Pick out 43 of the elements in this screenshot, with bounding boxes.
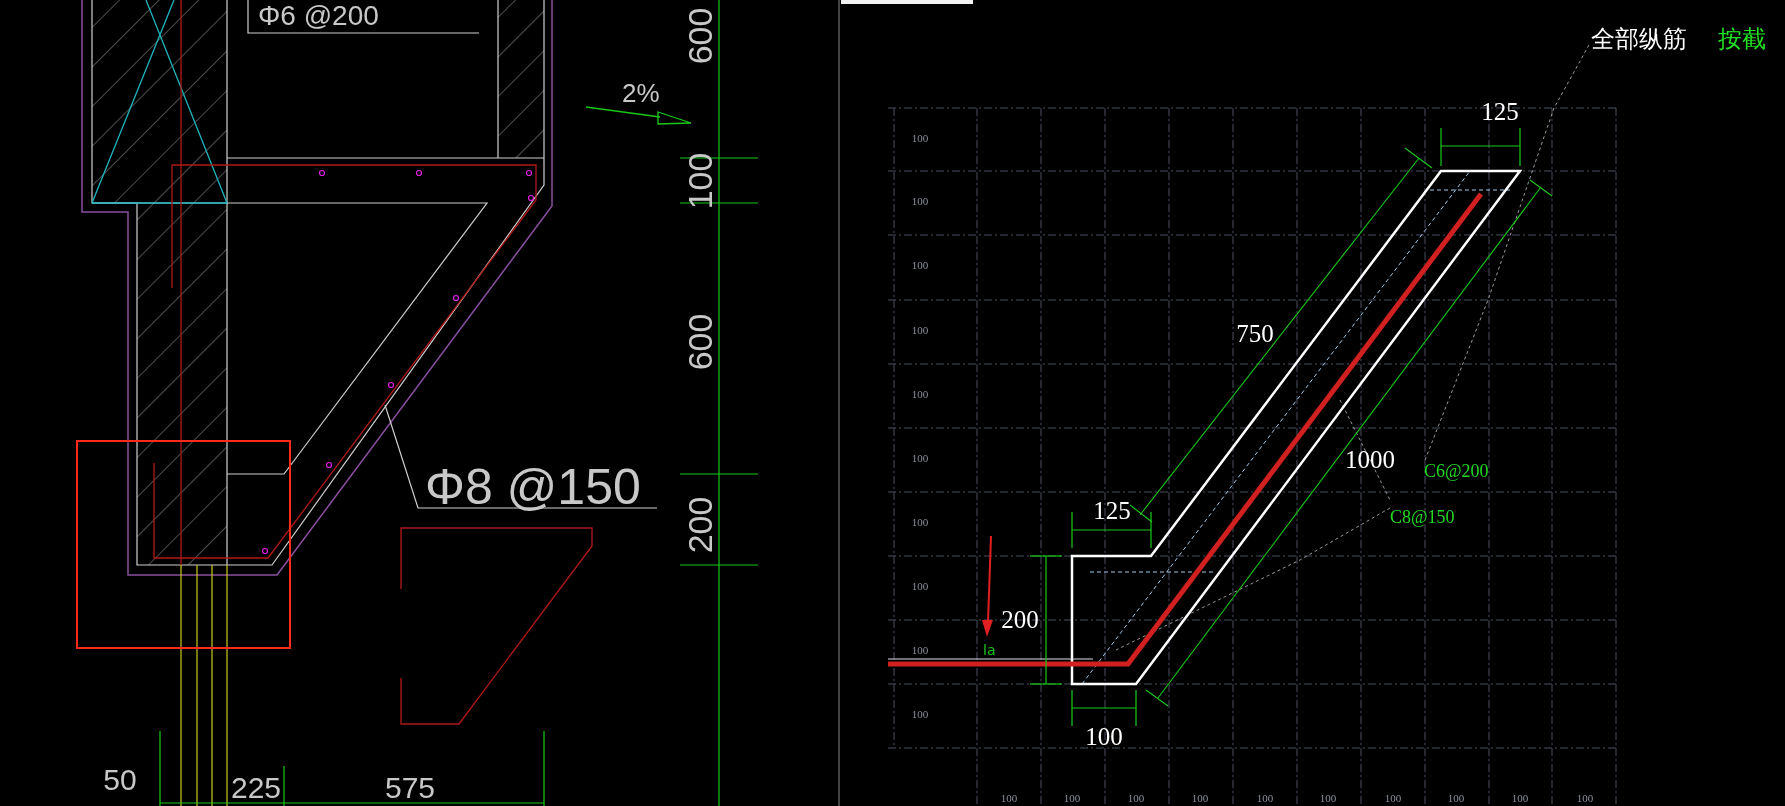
grid-label: 100	[1063, 792, 1081, 804]
grid-label: 100	[1127, 792, 1145, 804]
grid-label: 100	[1511, 792, 1529, 804]
dimension-label: 225	[230, 771, 282, 804]
rebar-callout-label: Φ6 @200	[258, 0, 379, 31]
legend-option: 按截	[1718, 25, 1766, 53]
dimension-label: 750	[1236, 320, 1274, 347]
grid-label: 100	[1256, 792, 1274, 804]
grid-label: 100	[911, 452, 929, 464]
slope-label: 2%	[622, 78, 660, 108]
grid-label: 100	[911, 644, 929, 656]
dimension-label: 200	[1001, 606, 1039, 633]
legend-label: 全部纵筋	[1591, 25, 1687, 53]
dimension-label: 1000	[1345, 446, 1395, 473]
rebar-callout-label: Φ8 @150	[425, 459, 641, 515]
dimension-label: 125	[1093, 497, 1131, 524]
grid-label: 100	[1447, 792, 1465, 804]
arrow-icon	[982, 535, 993, 637]
grid-label: 100	[911, 580, 929, 592]
grid-label: 100	[911, 195, 929, 207]
grid-label: 100	[1000, 792, 1018, 804]
anchor-label: la	[983, 642, 996, 658]
dimension-label: 50	[103, 763, 137, 796]
dimension-label: 100	[1085, 723, 1123, 750]
dimension-label: 100	[681, 152, 719, 210]
grid-label: 100	[911, 259, 929, 271]
grid-label: 100	[911, 388, 929, 400]
slope-arrow-icon	[585, 106, 692, 125]
dimension-label: 600	[681, 7, 719, 65]
grid-label: 100	[1191, 792, 1209, 804]
grid-label: 100	[911, 516, 929, 528]
grid-label: 100	[1576, 792, 1594, 804]
grid-label: 100	[911, 324, 929, 336]
dimension-label: 125	[1481, 98, 1519, 125]
grid-label: 100	[1384, 792, 1402, 804]
dimension-label: 575	[384, 771, 436, 804]
dimension-label: 600	[681, 313, 719, 371]
grid-label: 100	[911, 132, 929, 144]
rebar-label: C6@200	[1424, 461, 1489, 481]
rebar-label: C8@150	[1390, 507, 1455, 527]
grid-label: 100	[1319, 792, 1337, 804]
dimension-label: 200	[681, 496, 719, 554]
grid-label: 100	[911, 708, 929, 720]
